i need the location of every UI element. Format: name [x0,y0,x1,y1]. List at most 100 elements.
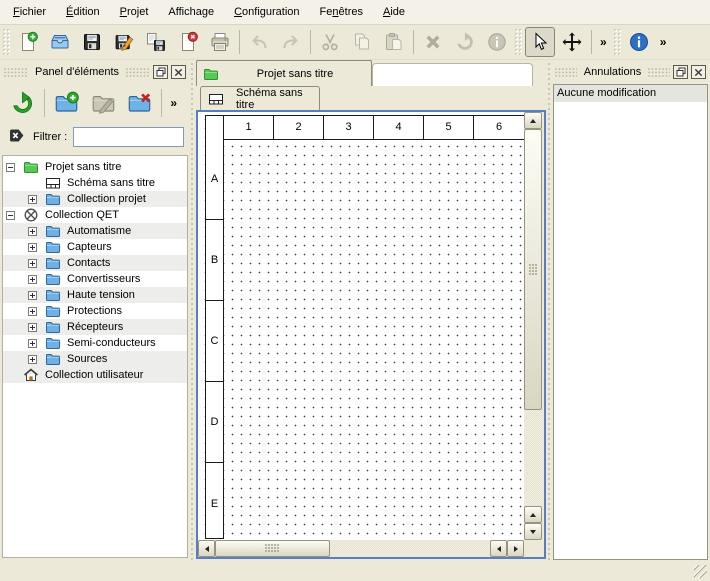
rotate-button[interactable] [450,27,480,57]
expander-plus-icon[interactable] [28,323,37,332]
menu-edition[interactable]: Édition [56,2,110,22]
vertical-scroll-thumb[interactable] [524,129,542,410]
copy-button[interactable] [347,27,377,57]
tree-item-protections[interactable]: Protections [3,303,187,319]
folder-icon [45,223,61,239]
tree-item-collection-utilisateur[interactable]: Collection utilisateur [3,367,187,383]
print-button[interactable] [205,27,235,57]
menu-fichier[interactable]: Fichier [3,2,56,22]
undo-list-item[interactable]: Aucune modification [554,85,707,102]
qelectrotech-window: FichierÉditionProjetAffichageConfigurati… [0,0,710,581]
undo-button[interactable] [244,27,274,57]
toolbar-overflow-button[interactable]: » [595,35,612,49]
expander-plus-icon[interactable] [28,259,37,268]
tree-item-contacts[interactable]: Contacts [3,255,187,271]
right-dock-close-button[interactable] [691,65,706,79]
toolbar-handle[interactable] [3,29,10,55]
paste-button[interactable] [379,27,409,57]
edit-category-button[interactable] [86,87,121,120]
menu-aide[interactable]: Aide [373,2,415,22]
clear-filter-button[interactable] [6,126,27,148]
expander-plus-icon[interactable] [28,195,37,204]
right-dock-float-button[interactable] [673,65,688,79]
select-mode-button[interactable] [525,27,555,57]
filter-input[interactable] [73,127,184,147]
scroll-up-button[interactable] [524,112,542,129]
tree-item-label: Protections [67,305,122,317]
move-mode-button[interactable] [557,27,587,57]
scroll-right-button[interactable] [507,540,524,557]
scroll-left-button-2[interactable] [490,540,507,557]
about-button[interactable] [624,27,654,57]
right-dock-titlebar[interactable]: Annulations [553,62,708,82]
left-dock-titlebar[interactable]: Panel d'éléments [2,62,188,82]
delete-button[interactable] [418,27,448,57]
tree-item-collection-qet[interactable]: Collection QET [3,207,187,223]
tree-item-projet-sans-titre[interactable]: Projet sans titre [3,159,187,175]
horizontal-scrollbar[interactable] [198,540,524,557]
menu-configuration[interactable]: Configuration [224,2,309,22]
expander-plus-icon[interactable] [28,355,37,364]
left-arrow-icon [205,546,209,552]
expander-minus-icon[interactable] [6,211,15,220]
save-all-button[interactable] [141,27,171,57]
expander-plus-icon[interactable] [28,291,37,300]
tree-item-schema-sans-titre[interactable]: Schéma sans titre [3,175,187,191]
open-file-button[interactable] [45,27,75,57]
scroll-down-button[interactable] [524,523,542,540]
horizontal-scroll-thumb[interactable] [215,540,330,557]
tab-project[interactable]: Projet sans titre [196,60,372,86]
toolbar-overflow-button[interactable]: » [655,35,672,49]
expander-minus-icon[interactable] [6,163,15,172]
toolbar-overflow-button[interactable]: » [165,96,182,110]
close-icon [174,68,183,77]
menu-affichage[interactable]: Affichage [158,2,224,22]
resize-grip-icon[interactable] [694,565,707,578]
scroll-up-button-2[interactable] [524,506,542,523]
undo-dock: Annulations Aucune modification [553,62,708,560]
tree-item-haute-tension[interactable]: Haute tension [3,287,187,303]
left-dock-float-button[interactable] [153,65,168,79]
tree-item-collection-projet[interactable]: Collection projet [3,191,187,207]
left-splitter[interactable] [189,62,196,560]
save-as-button[interactable] [109,27,139,57]
expander-plus-icon[interactable] [28,243,37,252]
left-dock-close-button[interactable] [171,65,186,79]
new-category-button[interactable] [49,87,84,120]
save-button[interactable] [77,27,107,57]
toolbar-handle[interactable] [515,29,522,55]
expander-plus-icon[interactable] [28,227,37,236]
tree-item-semi-conducteurs[interactable]: Semi-conducteurs [3,335,187,351]
dock-title-texture [4,68,28,77]
cut-button[interactable] [315,27,345,57]
toolbar-handle[interactable] [614,29,621,55]
tree-item-recepteurs[interactable]: Récepteurs [3,319,187,335]
menu-projet[interactable]: Projet [110,2,159,22]
tree-item-capteurs[interactable]: Capteurs [3,239,187,255]
reload-collections-button[interactable] [5,87,40,120]
redo-button[interactable] [276,27,306,57]
diagram-column-header: 3 [324,116,374,139]
expander-plus-icon[interactable] [28,339,37,348]
menu-fenetres[interactable]: Fenêtres [310,2,373,22]
tree-item-convertisseurs[interactable]: Convertisseurs [3,271,187,287]
diagram-row-labels: ABCDE [205,139,224,539]
new-file-button[interactable] [13,27,43,57]
schema-tab-label: Schéma sans titre [236,87,312,111]
tree-item-sources[interactable]: Sources [3,351,187,367]
diagram-canvas[interactable]: 123456 ABCDE [198,112,524,540]
tab-schema[interactable]: Schéma sans titre [200,86,320,110]
edit-info-button[interactable] [482,27,512,57]
expander-plus-icon[interactable] [28,275,37,284]
right-splitter[interactable] [546,62,553,560]
expander-plus-icon[interactable] [28,307,37,316]
folder-icon [45,239,61,255]
folder-icon [45,335,61,351]
diagram-row-header: A [206,139,223,220]
save-icon [81,31,103,53]
tree-item-automatisme[interactable]: Automatisme [3,223,187,239]
vertical-scrollbar[interactable] [524,112,542,540]
scroll-left-button[interactable] [198,540,215,557]
delete-category-button[interactable] [122,87,157,120]
close-file-button[interactable] [173,27,203,57]
